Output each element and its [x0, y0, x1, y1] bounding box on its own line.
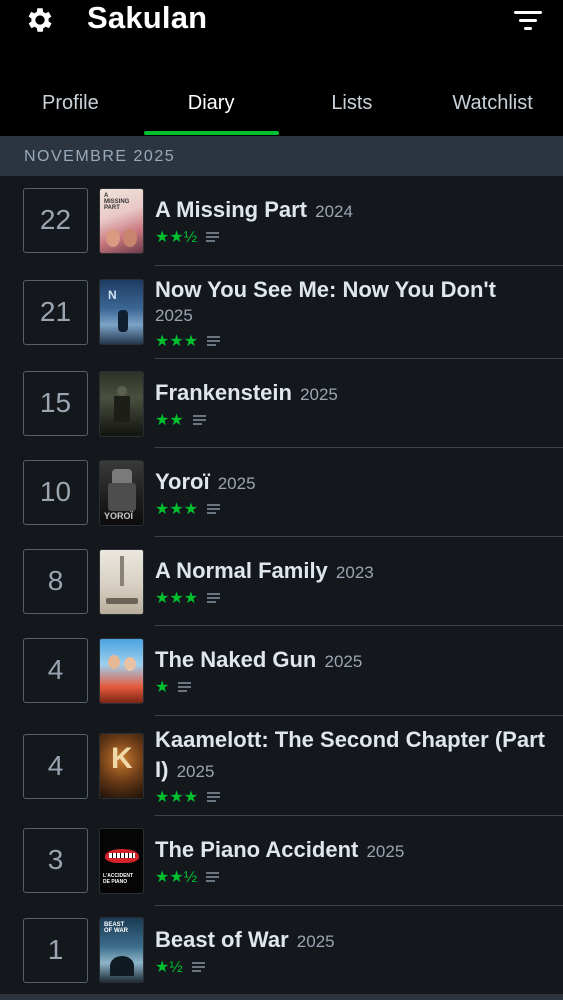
- poster-now-you-see-me[interactable]: N: [99, 279, 144, 345]
- review-icon: [192, 415, 206, 425]
- film-title-line[interactable]: Yoroï 2025: [155, 467, 550, 499]
- review-icon: [178, 682, 192, 692]
- diary-entry[interactable]: 21 N Now You See Me: Now You Don't 2025 …: [0, 266, 563, 359]
- filter-icon[interactable]: [514, 10, 542, 32]
- film-year: 2025: [155, 306, 193, 325]
- film-title-line[interactable]: Beast of War 2025: [155, 925, 550, 957]
- poster-a-missing-part[interactable]: A MISSING PART: [99, 188, 144, 254]
- poster-yoroi[interactable]: YOROÏ: [99, 460, 144, 526]
- month-label: NOVEMBRE 2025: [24, 148, 176, 165]
- day-number: 4: [23, 734, 88, 799]
- film-title: The Piano Accident: [155, 837, 359, 862]
- poster-frankenstein[interactable]: [99, 371, 144, 437]
- tab-watchlist[interactable]: Watchlist: [422, 82, 563, 136]
- film-title[interactable]: Now You See Me: Now You Don't: [155, 275, 550, 305]
- film-title: Frankenstein: [155, 380, 292, 405]
- review-icon: [207, 504, 221, 514]
- star-rating: ★★★: [155, 501, 199, 518]
- day-number: 10: [23, 460, 88, 525]
- poster-the-naked-gun[interactable]: [99, 638, 144, 704]
- diary-entry[interactable]: 4 The Naked Gun 2025 ★: [0, 626, 563, 716]
- film-title: A Missing Part: [155, 197, 307, 222]
- film-title-line[interactable]: A Missing Part 2024: [155, 195, 550, 227]
- day-number: 22: [23, 188, 88, 253]
- review-icon: [207, 593, 221, 603]
- star-rating: ★★★: [155, 590, 199, 607]
- day-number: 1: [23, 918, 88, 983]
- film-year: 2025: [217, 474, 256, 493]
- diary-entry[interactable]: 4 K Kaamelott: The Second Chapter (Part …: [0, 716, 563, 816]
- star-rating: ★: [155, 679, 170, 696]
- diary-entry[interactable]: 1 BEAST OF WAR Beast of War 2025 ★½: [0, 906, 563, 994]
- review-icon: [206, 232, 220, 242]
- film-title-line[interactable]: The Piano Accident 2025: [155, 835, 550, 867]
- film-title-line[interactable]: A Normal Family 2023: [155, 556, 550, 588]
- poster-the-piano-accident[interactable]: L'ACCIDENT DE PIANO: [99, 828, 144, 894]
- top-bar: Sakulan Profile Diary Lists Watchlist: [0, 0, 563, 136]
- film-title-line[interactable]: Kaamelott: The Second Chapter (Part I) 2…: [155, 725, 550, 787]
- poster-a-normal-family[interactable]: [99, 549, 144, 615]
- film-year: 2024: [315, 202, 353, 221]
- diary-entry[interactable]: 15 Frankenstein 2025 ★★: [0, 359, 563, 448]
- film-title: The Naked Gun: [155, 647, 317, 672]
- review-icon: [191, 962, 205, 972]
- review-icon: [206, 872, 220, 882]
- film-year: 2025: [366, 842, 405, 861]
- day-number: 15: [23, 371, 88, 436]
- poster-beast-of-war[interactable]: BEAST OF WAR: [99, 917, 144, 983]
- star-rating: ★½: [155, 959, 183, 976]
- film-title: A Normal Family: [155, 558, 328, 583]
- diary-entry[interactable]: 8 A Normal Family 2023 ★★★: [0, 537, 563, 626]
- gear-icon[interactable]: [24, 4, 56, 36]
- diary-entry[interactable]: 10 YOROÏ Yoroï 2025 ★★★: [0, 448, 563, 537]
- app-title: Sakulan: [87, 0, 208, 35]
- tab-lists[interactable]: Lists: [282, 82, 423, 136]
- diary-entry[interactable]: 22 A MISSING PART A Missing Part 2024 ★★½: [0, 176, 563, 266]
- star-rating: ★★★: [155, 333, 199, 350]
- film-year: 2023: [335, 563, 374, 582]
- star-rating: ★★½: [155, 869, 198, 886]
- day-number: 3: [23, 828, 88, 893]
- review-icon: [207, 792, 221, 802]
- film-year: 2025: [324, 652, 363, 671]
- diary-entry[interactable]: 3 L'ACCIDENT DE PIANO The Piano Accident …: [0, 816, 563, 906]
- day-number: 8: [23, 549, 88, 614]
- film-title: Yoroï: [155, 469, 210, 494]
- day-number: 21: [23, 280, 88, 345]
- review-icon: [207, 336, 221, 346]
- tab-profile[interactable]: Profile: [0, 82, 141, 136]
- bottom-divider: [0, 994, 563, 1000]
- star-rating: ★★★: [155, 789, 199, 806]
- tab-bar: Profile Diary Lists Watchlist: [0, 82, 563, 136]
- star-rating: ★★: [155, 412, 184, 429]
- month-header: NOVEMBRE 2025: [0, 136, 563, 176]
- film-title-line[interactable]: Frankenstein 2025: [155, 378, 550, 410]
- film-title: Beast of War: [155, 927, 289, 952]
- day-number: 4: [23, 638, 88, 703]
- film-year: 2025: [300, 385, 338, 404]
- star-rating: ★★½: [155, 229, 198, 246]
- film-year: 2025: [296, 932, 335, 951]
- tab-diary[interactable]: Diary: [141, 82, 282, 136]
- film-year: 2025: [176, 762, 215, 781]
- film-title-line[interactable]: The Naked Gun 2025: [155, 645, 550, 677]
- poster-kaamelott[interactable]: K: [99, 733, 144, 799]
